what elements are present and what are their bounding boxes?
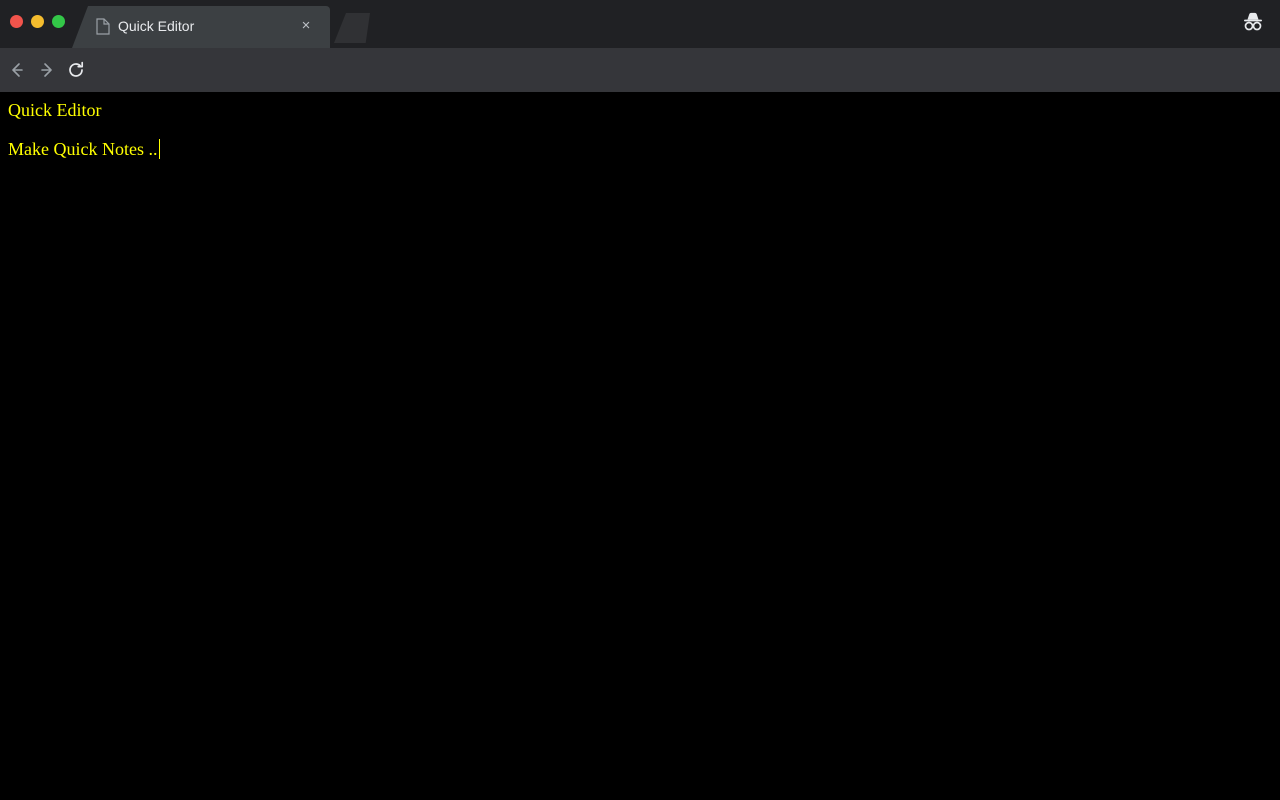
- new-tab-button[interactable]: [334, 13, 370, 43]
- window-traffic-lights: [10, 15, 65, 28]
- window-close-button[interactable]: [10, 15, 23, 28]
- contenteditable-document[interactable]: Quick Editor Make Quick Notes ..: [0, 92, 1280, 168]
- tab-title: Quick Editor: [118, 18, 195, 34]
- page-heading-text: Quick Editor: [8, 100, 102, 120]
- window-minimize-button[interactable]: [31, 15, 44, 28]
- incognito-icon: [1236, 7, 1270, 37]
- page-body-line: Make Quick Notes ..: [8, 139, 1272, 160]
- reload-icon[interactable]: [66, 60, 86, 80]
- browser-window: Quick Editor × Quick Editor Make Quick N…: [0, 0, 1280, 800]
- arrow-left-icon[interactable]: [7, 60, 27, 80]
- tab-close-icon[interactable]: ×: [298, 18, 314, 34]
- page-viewport: Quick Editor Make Quick Notes ..: [0, 92, 1280, 800]
- page-heading-line: Quick Editor: [8, 100, 1272, 121]
- window-zoom-button[interactable]: [52, 15, 65, 28]
- page-body-text: Make Quick Notes ..: [8, 139, 158, 160]
- text-caret: [159, 139, 161, 160]
- arrow-right-icon[interactable]: [37, 60, 57, 80]
- tab-strip: Quick Editor ×: [0, 0, 1280, 48]
- document-icon: [96, 18, 110, 35]
- browser-tab-quick-editor[interactable]: Quick Editor ×: [72, 6, 330, 48]
- browser-toolbar: Not Secure data:text/html, <html content…: [0, 48, 1280, 134]
